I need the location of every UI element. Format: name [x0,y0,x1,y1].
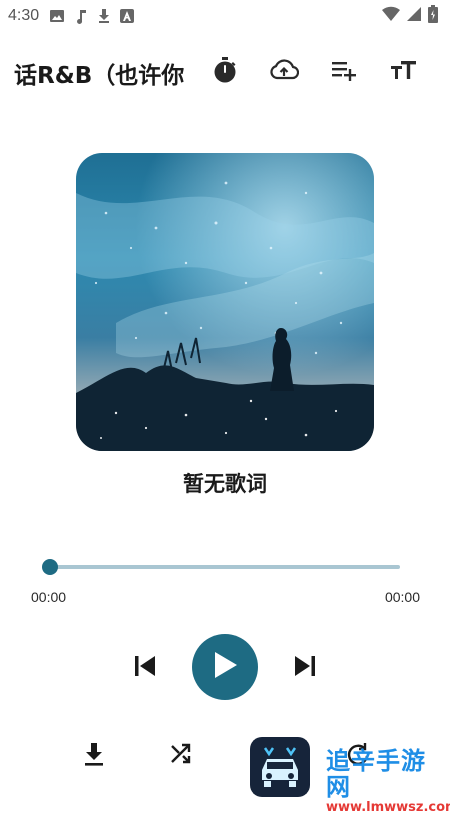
skip-previous-icon [132,653,158,683]
watermark-url: www.lmwwsz.com [326,800,450,815]
shuffle-button[interactable] [165,740,197,772]
timer-button[interactable] [209,56,241,88]
music-notification-icon [74,8,88,24]
toolbar: 话R&B（也许你 [0,44,450,100]
status-right [382,5,438,27]
wifi-icon [382,6,400,26]
timer-icon [211,56,239,88]
play-button[interactable] [192,634,258,700]
album-art-image [76,153,374,451]
battery-icon [428,5,438,27]
cloud-upload-button[interactable] [268,56,300,88]
playlist-add-icon [330,58,358,86]
watermark-text: 追辛手游网 www.lmwwsz.com [326,747,450,816]
status-time: 4:30 [8,7,40,24]
status-left: 4:30 [8,7,135,25]
download-button[interactable] [78,740,110,772]
current-time: 00:00 [31,589,67,605]
watermark-cn: 追辛手游网 [326,747,426,801]
shuffle-icon [169,742,193,770]
skip-next-icon [292,653,318,683]
progress-thumb[interactable] [42,559,58,575]
text-size-icon [390,58,418,86]
lyrics-text: 暂无歌词 [183,472,267,496]
next-button[interactable] [288,651,322,685]
status-bar: 4:30 [0,0,450,32]
play-icon [211,650,239,684]
progress-track[interactable] [50,565,400,569]
total-time: 00:00 [384,589,420,605]
song-title: 话R&B（也许你 [14,63,185,89]
album-art [76,153,374,451]
image-notification-icon [49,8,65,24]
car-logo-icon [253,740,307,794]
notification-icons [49,8,135,24]
signal-icon [406,6,422,26]
app-notification-icon [120,9,135,23]
download-icon [82,741,106,771]
playlist-add-button[interactable] [328,56,360,88]
cloud-upload-icon [269,58,300,86]
previous-button[interactable] [128,651,162,685]
watermark-logo [250,737,310,797]
text-size-button[interactable] [388,56,420,88]
download-notification-icon [97,8,111,24]
